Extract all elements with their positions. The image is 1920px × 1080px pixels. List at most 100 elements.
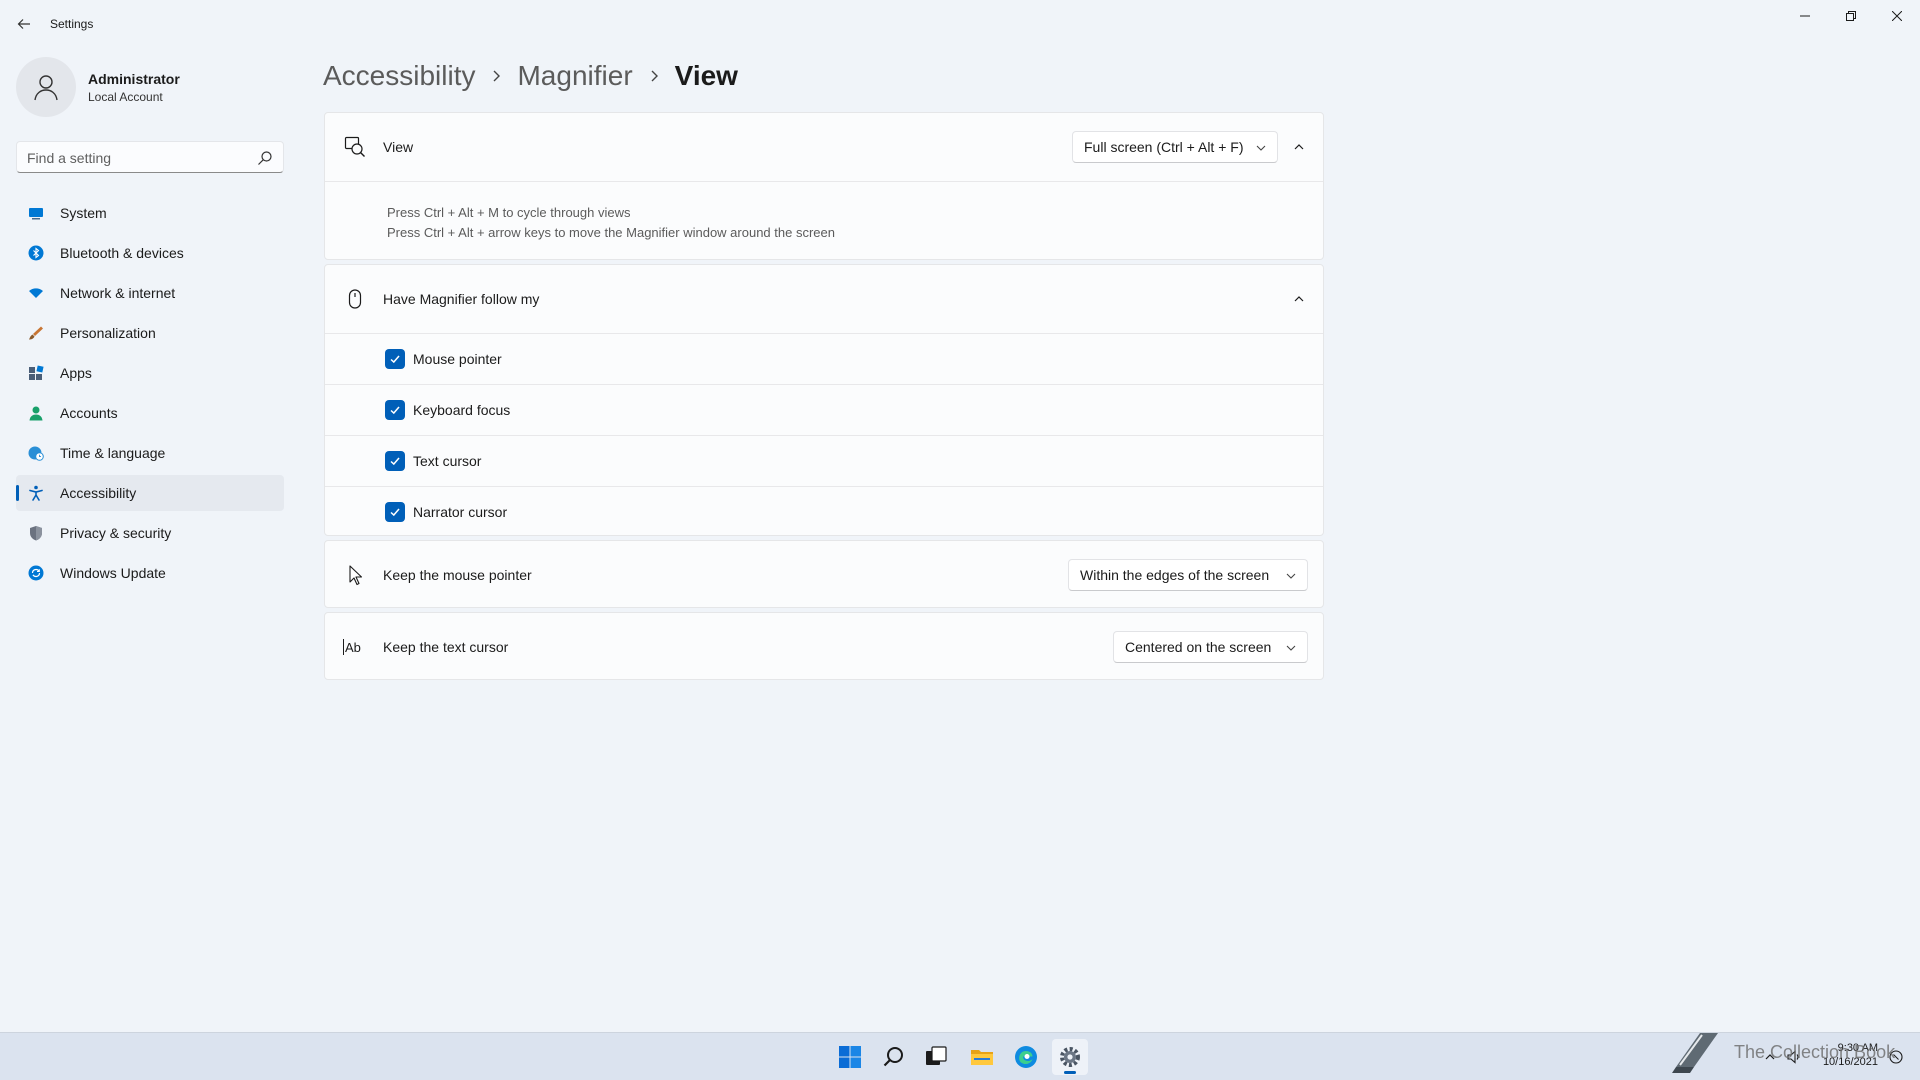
view-mode-value: Full screen (Ctrl + Alt + F) <box>1084 139 1244 155</box>
text-cursor-setting-label: Keep the text cursor <box>383 639 509 655</box>
sidebar-item-label: Accessibility <box>60 485 137 501</box>
user-name: Administrator <box>88 71 180 87</box>
follow-collapse-button[interactable] <box>1283 283 1315 315</box>
text-cursor-value: Centered on the screen <box>1125 639 1272 655</box>
sidebar-item-time-language[interactable]: Time & language <box>16 435 284 471</box>
text-cursor-dropdown[interactable]: Centered on the screen <box>1113 631 1308 663</box>
option-text-cursor[interactable]: Text cursor <box>325 436 1323 486</box>
sidebar-item-label: Accounts <box>60 405 118 421</box>
sidebar-item-label: Network & internet <box>60 285 176 301</box>
option-mouse-pointer[interactable]: Mouse pointer <box>325 334 1323 384</box>
app-title: Settings <box>50 17 94 31</box>
search-input[interactable] <box>27 148 247 168</box>
chevron-down-icon <box>1286 573 1296 579</box>
sidebar-item-system[interactable]: System <box>16 195 284 231</box>
view-card: View Full screen (Ctrl + Alt + F) Press … <box>324 112 1324 260</box>
chevron-up-icon <box>1294 296 1304 302</box>
update-icon <box>28 565 44 581</box>
close-icon <box>1892 11 1902 21</box>
text-cursor-icon: Ab <box>343 635 371 659</box>
start-button[interactable] <box>832 1039 868 1075</box>
keyboard-focus-checkbox[interactable] <box>385 400 405 420</box>
checkmark-icon <box>390 406 400 415</box>
watermark-text: The Collection Book <box>1734 1042 1896 1062</box>
mouse-pointer-card: Keep the mouse pointer Within the edges … <box>324 540 1324 608</box>
accessibility-icon <box>28 485 44 501</box>
sidebar-item-network[interactable]: Network & internet <box>16 275 284 311</box>
user-icon <box>34 75 58 101</box>
hint-cycle-views: Press Ctrl + Alt + M to cycle through vi… <box>387 205 631 220</box>
sidebar-item-apps[interactable]: Apps <box>16 355 284 391</box>
mouse-pointer-label: Mouse pointer <box>413 351 502 367</box>
chevron-down-icon <box>1256 145 1266 151</box>
sidebar-item-accessibility[interactable]: Accessibility <box>16 475 284 511</box>
breadcrumb: Accessibility Magnifier View <box>323 56 738 96</box>
sidebar-nav: System Bluetooth & devices Network & int… <box>16 195 284 595</box>
sidebar-item-label: Windows Update <box>60 565 166 581</box>
option-narrator-cursor[interactable]: Narrator cursor <box>325 487 1323 537</box>
watermark: The Collection Book <box>1662 1026 1920 1080</box>
selection-indicator <box>16 485 19 501</box>
view-row[interactable]: View Full screen (Ctrl + Alt + F) <box>325 113 1323 181</box>
view-collapse-button[interactable] <box>1283 131 1315 163</box>
brush-icon <box>28 325 44 341</box>
checkmark-icon <box>390 355 400 364</box>
narrator-cursor-checkbox[interactable] <box>385 502 405 522</box>
edge-button[interactable] <box>1008 1039 1044 1075</box>
close-button[interactable] <box>1874 0 1920 32</box>
page-title: View <box>674 60 738 91</box>
taskbar-search-button[interactable] <box>876 1039 912 1075</box>
follow-header-row[interactable]: Have Magnifier follow my <box>325 265 1323 333</box>
sidebar-item-privacy[interactable]: Privacy & security <box>16 515 284 551</box>
mouse-pointer-dropdown[interactable]: Within the edges of the screen <box>1068 559 1308 591</box>
restore-button[interactable] <box>1828 0 1874 32</box>
sidebar-item-label: Privacy & security <box>60 525 172 541</box>
option-keyboard-focus[interactable]: Keyboard focus <box>325 385 1323 435</box>
sidebar-item-accounts[interactable]: Accounts <box>16 395 284 431</box>
settings-taskbar-button[interactable] <box>1052 1039 1088 1075</box>
text-cursor-label: Text cursor <box>413 453 482 469</box>
sidebar-item-label: Apps <box>60 365 92 381</box>
follow-label: Have Magnifier follow my <box>383 291 540 307</box>
breadcrumb-magnifier[interactable]: Magnifier <box>517 60 632 92</box>
pointer-icon <box>343 563 367 587</box>
mouse-pointer-checkbox[interactable] <box>385 349 405 369</box>
text-cursor-card: Ab Keep the text cursor Centered on the … <box>324 612 1324 680</box>
apps-icon <box>28 365 44 381</box>
file-explorer-button[interactable] <box>964 1039 1000 1075</box>
search-icon[interactable] <box>257 150 273 166</box>
sidebar-item-label: Bluetooth & devices <box>60 245 184 261</box>
narrator-cursor-label: Narrator cursor <box>413 504 508 520</box>
text-cursor-checkbox[interactable] <box>385 451 405 471</box>
chevron-down-icon <box>1286 645 1296 651</box>
view-mode-dropdown[interactable]: Full screen (Ctrl + Alt + F) <box>1072 131 1278 163</box>
sidebar-item-personalization[interactable]: Personalization <box>16 315 284 351</box>
minimize-button[interactable] <box>1782 0 1828 32</box>
system-icon <box>28 205 44 221</box>
back-button[interactable] <box>10 12 38 36</box>
accounts-icon <box>28 405 44 421</box>
search-box[interactable] <box>16 141 284 173</box>
mouse-pointer-value: Within the edges of the screen <box>1080 567 1270 583</box>
wifi-icon <box>28 285 44 301</box>
text-cursor-row: Ab Keep the text cursor Centered on the … <box>325 613 1323 681</box>
task-view-button[interactable] <box>918 1039 954 1075</box>
task-view-icon <box>926 1046 947 1065</box>
sidebar-item-label: Personalization <box>60 325 156 341</box>
chevron-right-icon <box>649 69 659 83</box>
breadcrumb-accessibility[interactable]: Accessibility <box>323 60 475 92</box>
checkmark-icon <box>390 508 400 517</box>
edge-icon <box>1015 1046 1037 1068</box>
chevron-right-icon <box>491 69 501 83</box>
hint-move-window: Press Ctrl + Alt + arrow keys to move th… <box>387 225 835 240</box>
checkmark-icon <box>390 457 400 466</box>
chevron-up-icon <box>1294 144 1304 150</box>
active-app-indicator <box>1064 1071 1076 1074</box>
title-bar: Settings <box>0 0 1920 48</box>
user-profile[interactable]: Administrator Local Account <box>16 57 286 117</box>
account-type: Local Account <box>88 90 163 104</box>
settings-icon <box>1060 1047 1080 1067</box>
sidebar-item-windows-update[interactable]: Windows Update <box>16 555 284 591</box>
taskbar: 9:30 AM 10/16/2021 <box>0 1032 1920 1080</box>
sidebar-item-bluetooth[interactable]: Bluetooth & devices <box>16 235 284 271</box>
